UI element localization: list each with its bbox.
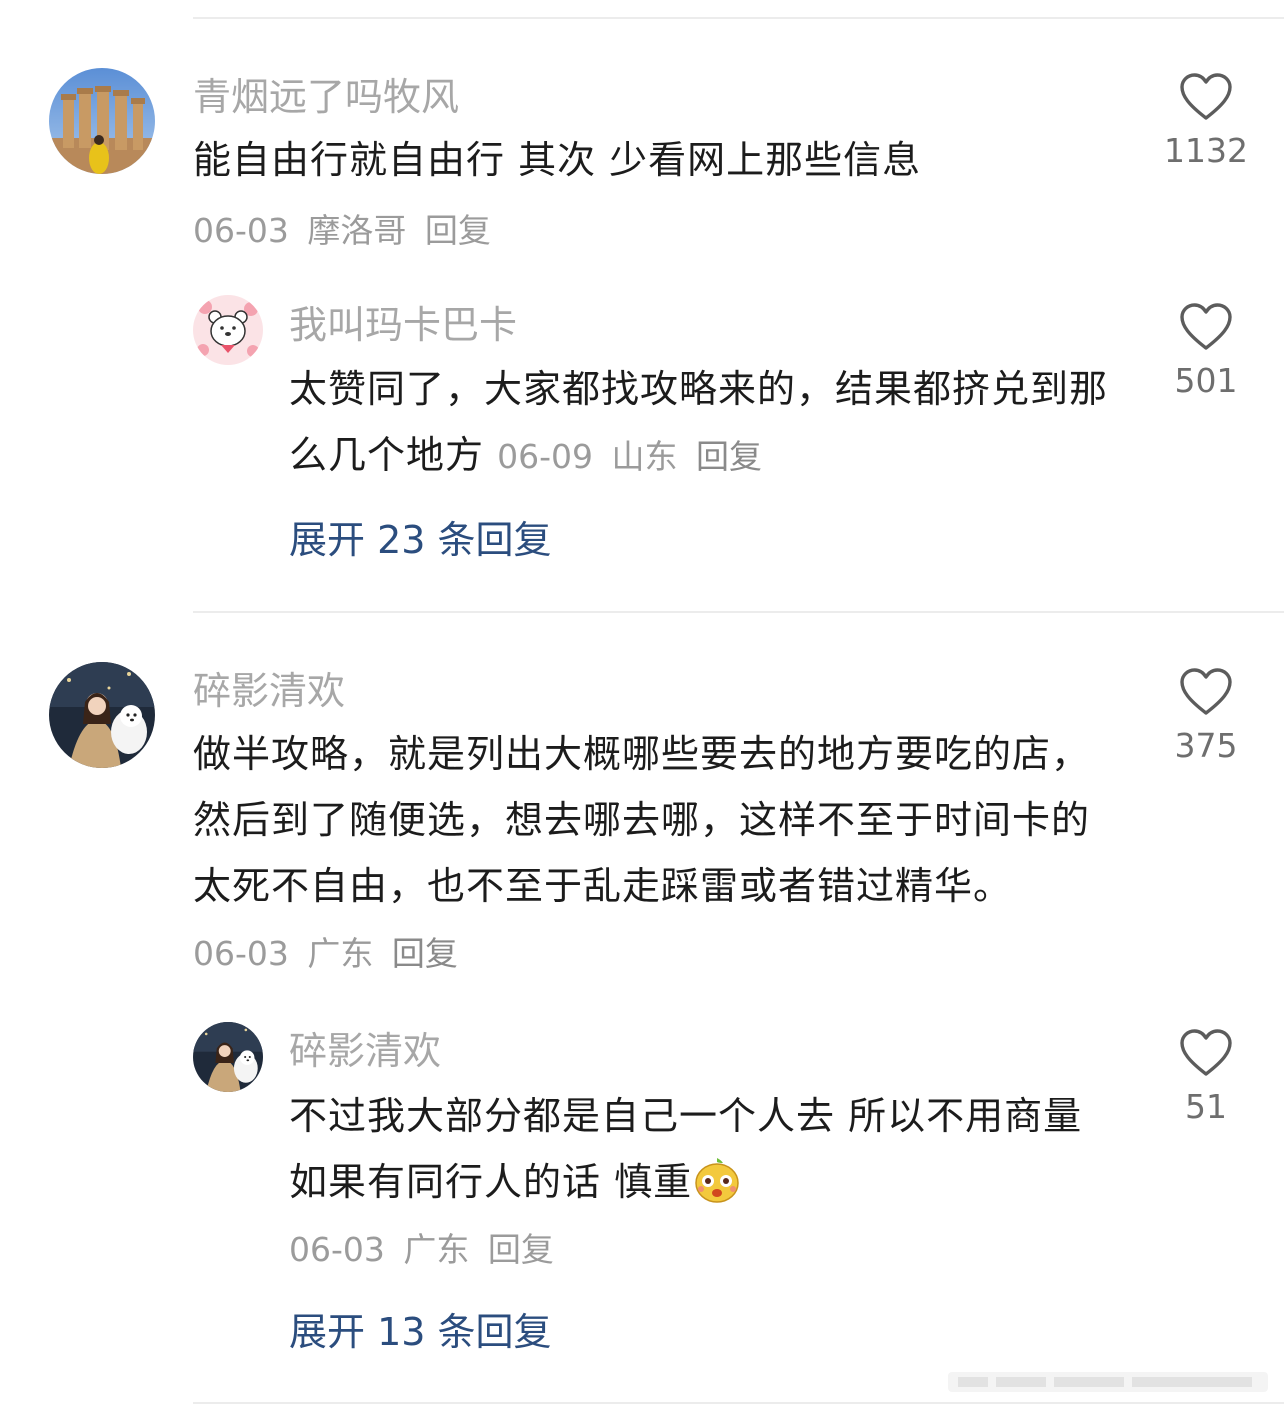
reply-body: 不过我大部分都是自己一个人去 所以不用商量 如果有同行人的话 慎重 bbox=[289, 1094, 1083, 1204]
reply-button[interactable]: 回复 bbox=[488, 1230, 554, 1269]
username[interactable]: 青烟远了吗牧风 bbox=[193, 78, 459, 116]
cartoon-bear-avatar-icon bbox=[193, 295, 263, 365]
woman-with-dog-avatar-icon bbox=[49, 662, 155, 768]
reply-button[interactable]: 回复 bbox=[392, 934, 458, 973]
username[interactable]: 碎影清欢 bbox=[193, 672, 345, 710]
reply-text: 不过我大部分都是自己一个人去 所以不用商量 如果有同行人的话 慎重 bbox=[289, 1083, 1129, 1215]
reply-button[interactable]: 回复 bbox=[425, 211, 491, 250]
comment-text: 能自由行就自由行 其次 少看网上那些信息 bbox=[193, 127, 1133, 193]
like-button[interactable]: 501 bbox=[1156, 302, 1256, 397]
divider bbox=[193, 611, 1284, 613]
comment-location: 广东 bbox=[307, 934, 374, 973]
reply-meta: 06-09 山东 回复 bbox=[497, 437, 762, 476]
comment-date: 06-03 bbox=[193, 934, 289, 973]
divider-top bbox=[193, 17, 1284, 19]
heart-icon bbox=[1180, 1029, 1232, 1076]
comment-body: 做半攻略，就是列出大概哪些要去的地方要吃的店，然后到了随便选，想去哪去哪，这样不… bbox=[193, 732, 1091, 908]
woman-with-dog-avatar-icon bbox=[193, 1022, 263, 1092]
reply-date: 06-09 bbox=[497, 437, 593, 476]
heart-icon bbox=[1180, 668, 1232, 715]
like-count: 1132 bbox=[1164, 131, 1248, 170]
like-button[interactable]: 1132 bbox=[1156, 72, 1256, 167]
divider-bottom bbox=[193, 1402, 1284, 1404]
cute-face-emoji-icon bbox=[695, 1158, 739, 1203]
like-count: 51 bbox=[1185, 1087, 1227, 1126]
avatar[interactable] bbox=[49, 662, 155, 768]
reply-location: 广东 bbox=[403, 1230, 470, 1269]
like-count: 375 bbox=[1174, 726, 1238, 765]
comment-meta: 06-03 摩洛哥 回复 bbox=[193, 214, 499, 247]
temple-columns-photo-avatar-icon bbox=[49, 68, 155, 174]
like-count: 501 bbox=[1174, 361, 1238, 400]
reply-button[interactable]: 回复 bbox=[696, 437, 762, 476]
heart-icon bbox=[1180, 303, 1232, 350]
comment-location: 摩洛哥 bbox=[307, 211, 407, 250]
username[interactable]: 我叫玛卡巴卡 bbox=[289, 306, 517, 344]
expand-replies-button[interactable]: 展开 13 条回复 bbox=[289, 1313, 552, 1351]
reply-location: 山东 bbox=[611, 437, 678, 476]
comment-text: 做半攻略，就是列出大概哪些要去的地方要吃的店，然后到了随便选，想去哪去哪，这样不… bbox=[193, 721, 1103, 987]
avatar[interactable] bbox=[49, 68, 155, 174]
reply-date: 06-03 bbox=[289, 1230, 385, 1269]
like-button[interactable]: 51 bbox=[1156, 1028, 1256, 1123]
comment-date: 06-03 bbox=[193, 211, 289, 250]
avatar[interactable] bbox=[193, 295, 263, 365]
reply-text: 太赞同了，大家都找攻略来的，结果都挤兑到那么几个地方 06-09 山东 回复 bbox=[289, 356, 1119, 490]
avatar[interactable] bbox=[193, 1022, 263, 1092]
heart-icon bbox=[1180, 73, 1232, 120]
reply-meta: 06-03 广东 回复 bbox=[289, 1233, 562, 1266]
expand-replies-button[interactable]: 展开 23 条回复 bbox=[289, 521, 552, 559]
comment-meta: 06-03 广东 回复 bbox=[193, 934, 458, 973]
comment-body: 能自由行就自由行 其次 少看网上那些信息 bbox=[193, 138, 922, 182]
watermark-icon bbox=[948, 1372, 1268, 1392]
like-button[interactable]: 375 bbox=[1156, 667, 1256, 762]
username[interactable]: 碎影清欢 bbox=[289, 1032, 441, 1070]
